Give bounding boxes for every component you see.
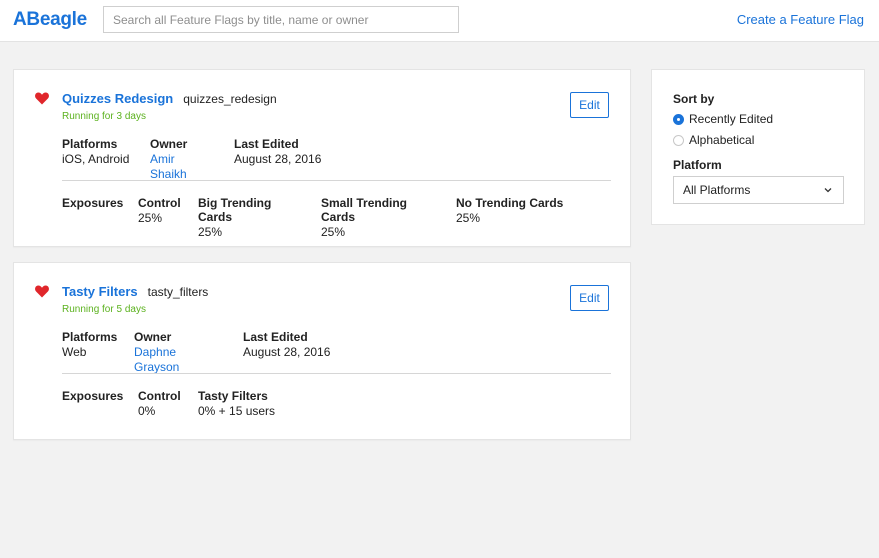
- exposures-row: Exposures Control 0% Tasty Filters 0% + …: [62, 389, 296, 419]
- variant-value: 25%: [198, 225, 223, 239]
- flag-title-row: Tasty Filters tasty_filters: [62, 284, 208, 299]
- heart-icon[interactable]: [35, 92, 49, 105]
- meta-owner: Owner Daphne Grayson: [134, 330, 223, 375]
- sort-option-alphabetical[interactable]: Alphabetical: [673, 133, 754, 147]
- meta-label: Last Edited: [243, 330, 308, 344]
- variant-value: 0%: [138, 404, 156, 418]
- search-input[interactable]: [103, 6, 459, 33]
- meta-owner: Owner Amir Shaikh: [150, 137, 214, 182]
- meta-value: iOS, Android: [62, 152, 130, 166]
- radio-button-selected[interactable]: [673, 113, 684, 125]
- meta-label: Owner: [150, 137, 188, 151]
- meta-last-edited: Last Edited August 28, 2016: [234, 137, 321, 182]
- flag-status: Running for 3 days: [62, 111, 146, 122]
- divider: [62, 373, 611, 374]
- variant-value: 25%: [321, 225, 346, 239]
- app-logo[interactable]: ABeagle: [13, 9, 87, 31]
- variant: Control 0%: [138, 389, 181, 419]
- create-feature-flag-link[interactable]: Create a Feature Flag: [737, 12, 864, 27]
- variant-name: Small Trending Cards: [321, 196, 408, 224]
- variant-value: 0% + 15 users: [198, 404, 276, 418]
- flag-meta: Platforms iOS, Android Owner Amir Shaikh…: [62, 137, 341, 182]
- radio-label: Recently Edited: [689, 112, 774, 126]
- meta-label: Platforms: [62, 330, 118, 344]
- sort-option-recently-edited[interactable]: Recently Edited: [673, 112, 773, 126]
- meta-platforms: Platforms Web: [62, 330, 118, 375]
- flag-key: tasty_filters: [147, 285, 209, 299]
- filter-sidebar: Sort by Recently Edited Alphabetical Pla…: [651, 69, 865, 225]
- meta-label: Owner: [134, 330, 172, 344]
- meta-platforms: Platforms iOS, Android: [62, 137, 130, 182]
- edit-button[interactable]: Edit: [570, 285, 609, 311]
- variant-name: Control: [138, 196, 181, 210]
- edit-button[interactable]: Edit: [570, 92, 609, 118]
- variant-name: Control: [138, 389, 181, 403]
- top-bar: ABeagle Create a Feature Flag: [0, 0, 879, 42]
- meta-label: Last Edited: [234, 137, 299, 151]
- flag-key: quizzes_redesign: [183, 92, 277, 106]
- meta-value: Web: [62, 345, 87, 359]
- variant-value: 25%: [138, 211, 163, 225]
- feature-flag-card: Quizzes Redesign quizzes_redesign Runnin…: [13, 69, 631, 247]
- flag-title[interactable]: Quizzes Redesign: [62, 91, 173, 106]
- divider: [62, 180, 611, 181]
- radio-button[interactable]: [673, 134, 684, 146]
- platform-select-value: All Platforms: [683, 183, 751, 197]
- variant-name: Big Trending Cards: [198, 196, 272, 224]
- exposures-label: Exposures: [62, 196, 124, 210]
- variant: Tasty Filters 0% + 15 users: [198, 389, 275, 419]
- owner-link[interactable]: Daphne Grayson: [134, 345, 223, 375]
- platform-select[interactable]: All Platforms: [673, 176, 844, 204]
- flag-status: Running for 5 days: [62, 304, 146, 315]
- meta-label: Platforms: [62, 137, 118, 151]
- variant: Big Trending Cards 25%: [198, 196, 300, 240]
- exposures-row: Exposures Control 25% Big Trending Cards…: [62, 196, 584, 240]
- variant-name: No Trending Cards: [456, 196, 564, 210]
- meta-value: August 28, 2016: [234, 152, 322, 166]
- meta-last-edited: Last Edited August 28, 2016: [243, 330, 330, 375]
- exposures-heading: Exposures: [62, 389, 124, 419]
- variant: No Trending Cards 25%: [456, 196, 563, 240]
- exposures-heading: Exposures: [62, 196, 124, 240]
- chevron-down-icon: [824, 188, 832, 193]
- owner-link[interactable]: Amir Shaikh: [150, 152, 214, 182]
- flag-title[interactable]: Tasty Filters: [62, 284, 138, 299]
- heart-icon[interactable]: [35, 285, 49, 298]
- radio-label: Alphabetical: [689, 133, 755, 147]
- platform-label: Platform: [673, 158, 722, 172]
- variant-value: 25%: [456, 211, 481, 225]
- variant: Small Trending Cards 25%: [321, 196, 435, 240]
- variant: Control 25%: [138, 196, 181, 240]
- sort-by-label: Sort by: [673, 92, 715, 106]
- flag-meta: Platforms Web Owner Daphne Grayson Last …: [62, 330, 350, 375]
- feature-flag-card: Tasty Filters tasty_filters Running for …: [13, 262, 631, 440]
- exposures-label: Exposures: [62, 389, 124, 403]
- variant-name: Tasty Filters: [198, 389, 268, 403]
- flag-title-row: Quizzes Redesign quizzes_redesign: [62, 91, 277, 106]
- meta-value: August 28, 2016: [243, 345, 331, 359]
